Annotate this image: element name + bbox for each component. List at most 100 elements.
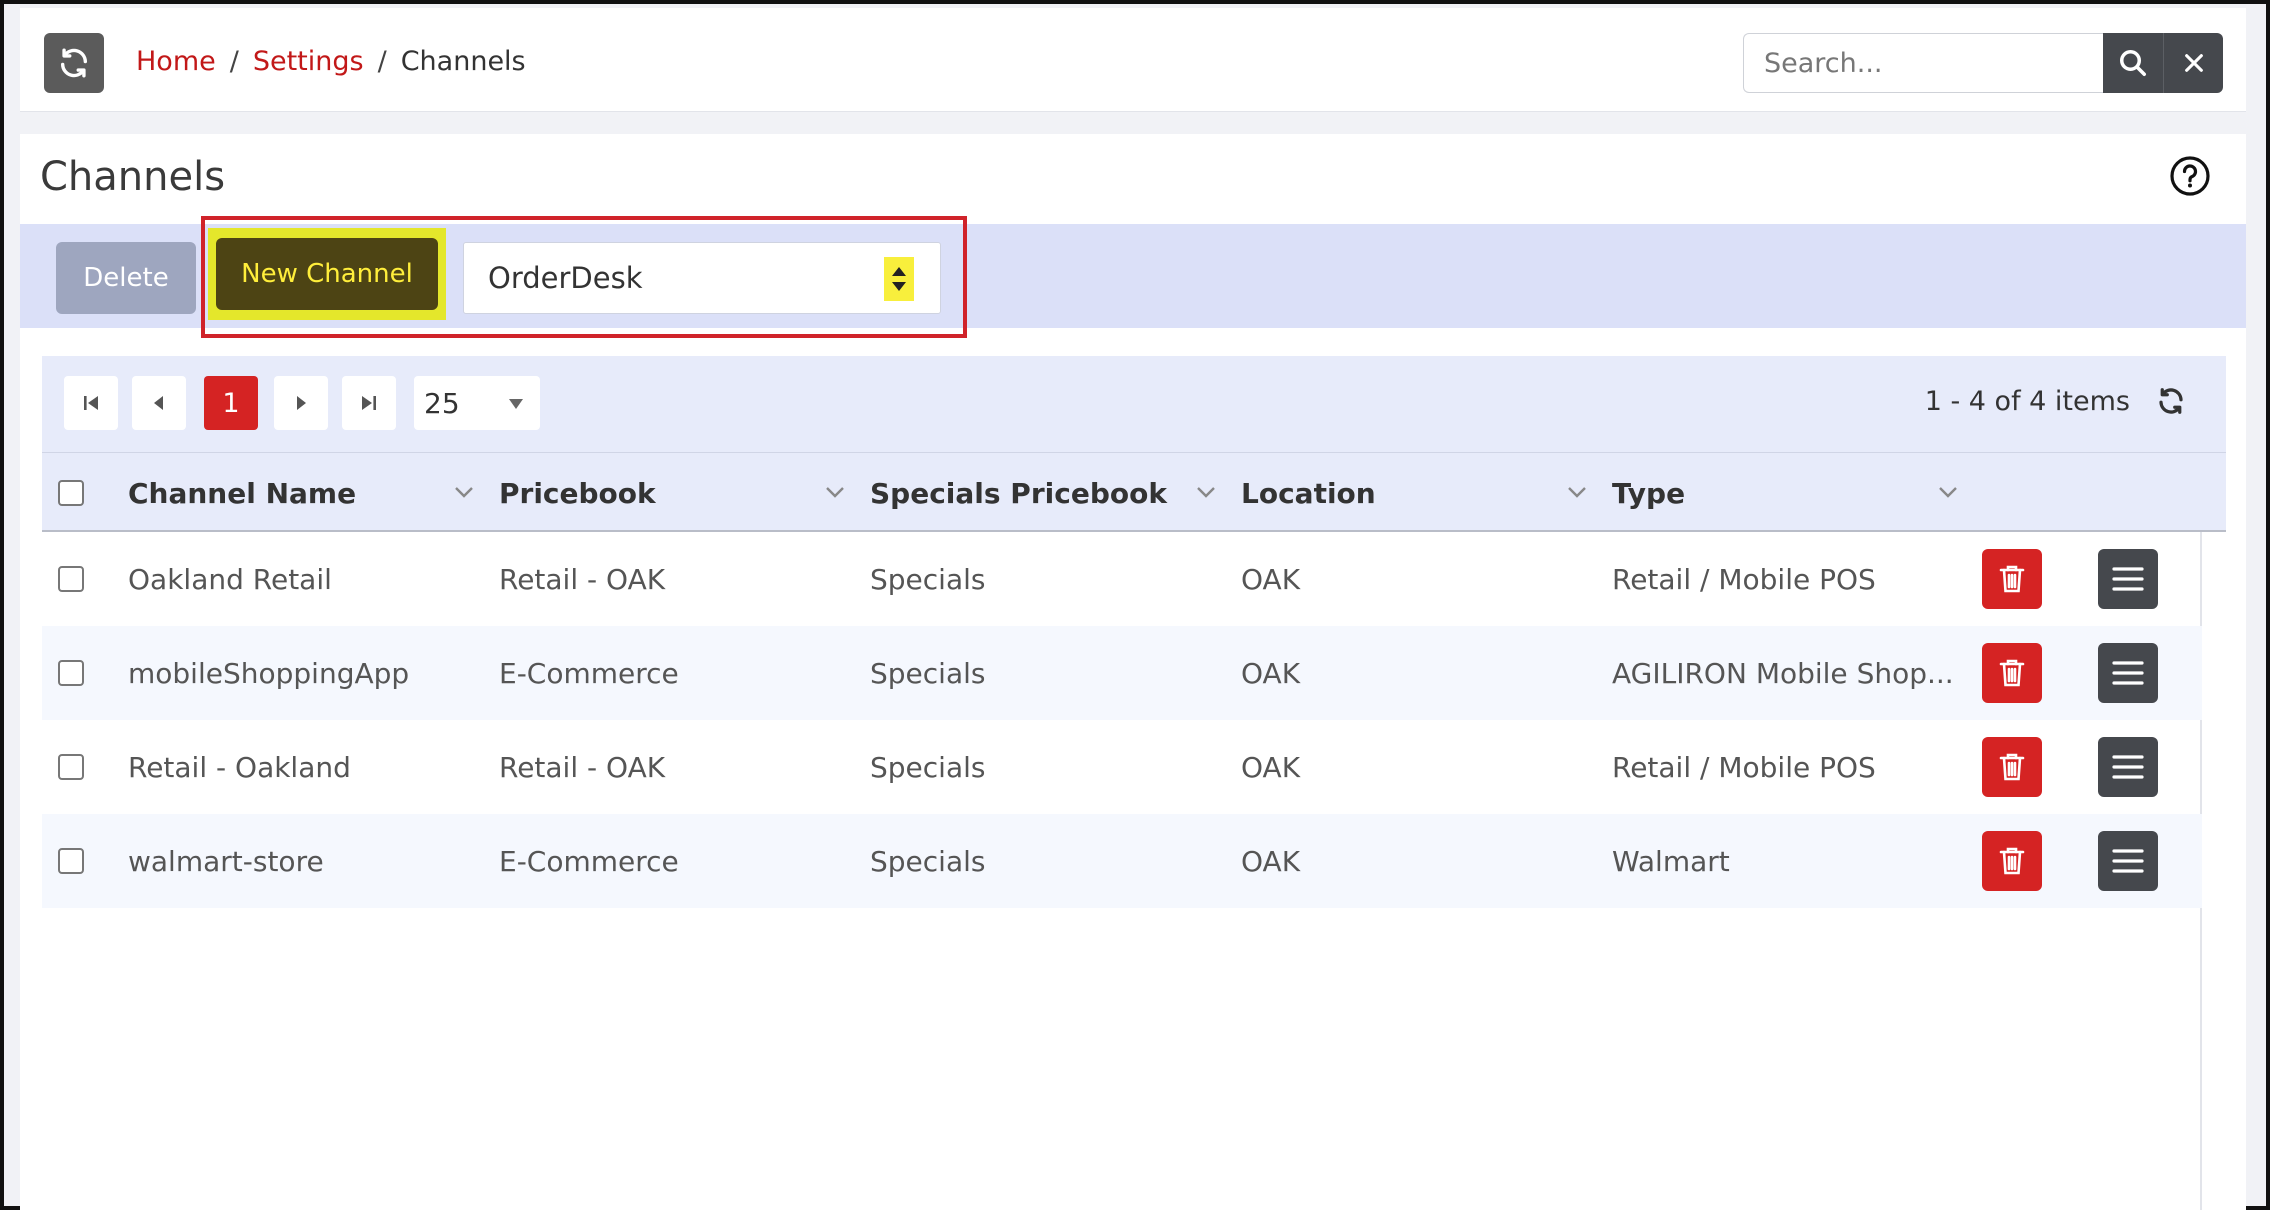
channel-type-select[interactable]: OrderDesk [463,242,941,314]
row-menu-button[interactable] [2098,643,2158,703]
previous-page-button[interactable] [132,376,186,430]
row-checkbox-cell [58,532,84,626]
first-page-icon [84,396,98,410]
cell-location: OAK [1241,656,1301,690]
cell-channel-name: walmart-store [128,844,324,878]
search-input[interactable] [1743,33,2103,93]
search-icon [2120,50,2146,76]
cell-pricebook: Retail - OAK [499,750,666,784]
channel-type-selected-value: OrderDesk [488,261,643,295]
row-checkbox-cell [58,814,84,908]
previous-page-icon [154,396,163,410]
breadcrumb-current: Channels [400,46,526,77]
last-page-button[interactable] [342,376,396,430]
cell-location: OAK [1241,562,1301,596]
page-size-select[interactable]: 25 [414,376,540,430]
column-header-specials-pricebook[interactable]: Specials Pricebook [870,453,1167,533]
cell-channel-name: mobileShoppingApp [128,656,410,690]
column-menu-icon[interactable] [1938,485,1958,499]
delete-row-button[interactable] [1982,737,2042,797]
breadcrumb: Home / Settings / Channels [136,46,526,77]
grid-body: Oakland Retail Retail - OAK Specials OAK… [42,532,2202,1210]
app-refresh-button[interactable] [44,33,104,93]
hamburger-menu-icon [2112,661,2144,685]
column-header-type[interactable]: Type [1612,453,1685,533]
select-all-checkbox[interactable] [58,480,84,506]
row-checkbox[interactable] [58,660,84,686]
close-icon [2184,54,2203,72]
column-menu-icon[interactable] [1567,485,1587,499]
row-checkbox[interactable] [58,848,84,874]
search-button[interactable] [2103,33,2163,93]
row-checkbox-cell [58,720,84,814]
cell-pricebook: Retail - OAK [499,562,666,596]
row-menu-button[interactable] [2098,737,2158,797]
delete-row-button[interactable] [1982,549,2042,609]
delete-button[interactable]: Delete [56,242,196,314]
row-checkbox-cell [58,626,84,720]
column-header-pricebook[interactable]: Pricebook [499,453,656,533]
pager: 1 25 1 - 4 of 4 items [42,356,2226,452]
select-arrows-icon [884,257,914,301]
breadcrumb-separator: / [229,46,239,77]
trash-icon [1999,847,2025,875]
cell-specials-pricebook: Specials [870,844,986,878]
cell-channel-name: Retail - Oakland [128,750,351,784]
table-row[interactable]: Retail - Oakland Retail - OAK Specials O… [42,720,2202,814]
new-channel-highlight: New Channel [208,228,446,320]
column-menu-icon[interactable] [454,485,474,499]
table-row[interactable]: walmart-store E-Commerce Specials OAK Wa… [42,814,2202,908]
top-header: Home / Settings / Channels [20,8,2246,112]
delete-row-button[interactable] [1982,643,2042,703]
current-page-button[interactable]: 1 [204,376,258,430]
breadcrumb-home-link[interactable]: Home [136,46,216,77]
first-page-button[interactable] [64,376,118,430]
delete-row-button[interactable] [1982,831,2042,891]
main-panel: Channels Delete New Channel OrderDesk 1 … [20,134,2246,1210]
row-menu-button[interactable] [2098,831,2158,891]
refresh-icon [2159,388,2183,414]
help-button[interactable] [2168,154,2212,198]
cell-location: OAK [1241,750,1301,784]
hamburger-menu-icon [2112,755,2144,779]
new-channel-button[interactable]: New Channel [216,238,438,310]
column-menu-icon[interactable] [825,485,845,499]
page-size-value: 25 [424,386,460,420]
grid-refresh-button[interactable] [2156,386,2186,420]
next-page-icon [297,396,306,410]
trash-icon [1999,565,2025,593]
pager-info: 1 - 4 of 4 items [1924,386,2130,417]
action-toolbar: Delete New Channel OrderDesk [20,216,2246,338]
page-title: Channels [40,154,226,200]
cell-type: Retail / Mobile POS [1612,750,1876,784]
cell-specials-pricebook: Specials [870,750,986,784]
trash-icon [1999,659,2025,687]
next-page-button[interactable] [274,376,328,430]
cell-specials-pricebook: Specials [870,656,986,690]
table-row[interactable]: mobileShoppingApp E-Commerce Specials OA… [42,626,2202,720]
cell-type: Walmart [1612,844,1730,878]
question-circle-icon [2170,156,2210,196]
cell-pricebook: E-Commerce [499,844,679,878]
grid-header: Channel Name Pricebook Specials Priceboo… [42,452,2226,532]
column-header-channel-name[interactable]: Channel Name [128,453,356,533]
channels-grid: 1 25 1 - 4 of 4 items Channel Name Price… [42,356,2226,1210]
row-menu-button[interactable] [2098,549,2158,609]
trash-icon [1999,753,2025,781]
breadcrumb-settings-link[interactable]: Settings [253,46,364,77]
breadcrumb-separator: / [377,46,387,77]
search-bar [1743,33,2223,93]
last-page-icon [362,396,376,410]
row-checkbox[interactable] [58,566,84,592]
select-all-checkbox-cell [58,453,84,533]
refresh-icon [60,48,88,78]
clear-search-button[interactable] [2163,33,2223,93]
row-checkbox[interactable] [58,754,84,780]
column-header-location[interactable]: Location [1241,453,1376,533]
column-menu-icon[interactable] [1196,485,1216,499]
caret-down-icon [509,399,523,409]
hamburger-menu-icon [2112,849,2144,873]
table-row[interactable]: Oakland Retail Retail - OAK Specials OAK… [42,532,2202,626]
cell-type: Retail / Mobile POS [1612,562,1876,596]
cell-pricebook: E-Commerce [499,656,679,690]
